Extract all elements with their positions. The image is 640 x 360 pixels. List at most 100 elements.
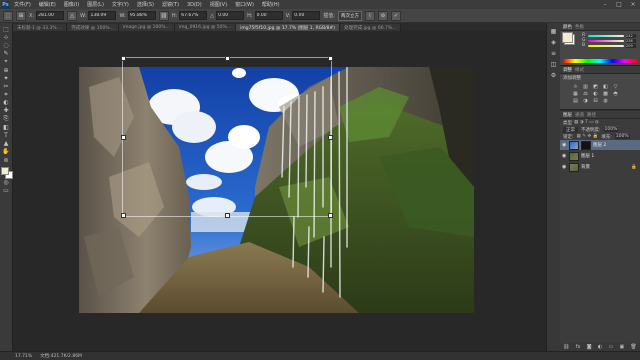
link-layers-icon[interactable]: ⛓: [563, 344, 569, 350]
opacity-input[interactable]: 100%: [603, 127, 619, 132]
menu-file[interactable]: 文件(F): [10, 1, 35, 8]
transform-handle[interactable]: [121, 135, 126, 140]
eraser-tool-icon[interactable]: ✚: [1, 107, 11, 115]
layer-name[interactable]: 图层 2: [593, 142, 606, 148]
document-tab[interactable]: 未标题-1 @ 33.3% ...: [13, 24, 68, 31]
layer-name[interactable]: 图层 1: [581, 153, 594, 159]
transform-bounding-box[interactable]: [121, 56, 333, 218]
invert-icon[interactable]: ▤: [572, 98, 579, 104]
blend-mode-select[interactable]: 正常: [563, 126, 578, 133]
menu-image[interactable]: 图像(I): [60, 1, 83, 8]
v-skew-input[interactable]: [292, 11, 321, 20]
hand-tool-icon[interactable]: ✋: [1, 148, 11, 156]
menu-filter[interactable]: 滤镜(T): [158, 1, 183, 8]
properties-panel-icon[interactable]: ◈: [549, 38, 558, 46]
foreground-color-swatch[interactable]: [1, 167, 9, 176]
history-brush-tool-icon[interactable]: ◐: [1, 99, 11, 107]
quick-mask-icon[interactable]: ◎: [1, 178, 11, 186]
fill-input[interactable]: 100%: [614, 134, 630, 139]
character-panel-icon[interactable]: ◫: [549, 60, 558, 68]
quick-select-tool-icon[interactable]: ⌖: [1, 58, 11, 66]
document-tab[interactable]: 完成效果 @ 100%...: [67, 24, 119, 31]
crop-tool-icon[interactable]: ⊕: [1, 66, 11, 74]
menu-type[interactable]: 文字(Y): [108, 1, 133, 8]
transform-tool-icon[interactable]: ⬚: [3, 10, 13, 21]
slider-blue[interactable]: B 209: [582, 43, 636, 48]
menu-select[interactable]: 选择(S): [133, 1, 158, 8]
maximize-icon[interactable]: □: [612, 0, 626, 9]
transform-handle[interactable]: [328, 213, 333, 218]
cancel-transform-icon[interactable]: ⊘: [377, 10, 388, 21]
interpolation-select[interactable]: 两次立方: [337, 10, 362, 21]
tab-swatches[interactable]: 色板: [575, 24, 584, 30]
color-swatches[interactable]: [0, 166, 13, 180]
layer-row[interactable]: ◉ 图层 2: [560, 140, 640, 151]
link-icon[interactable]: ⛓: [158, 10, 169, 21]
transform-handle[interactable]: [121, 56, 126, 61]
tab-color[interactable]: 颜色: [563, 24, 572, 30]
reference-point-icon[interactable]: ⊞: [16, 10, 26, 21]
levels-icon[interactable]: ▥: [582, 84, 589, 90]
color-balance-icon[interactable]: ⚖: [582, 91, 589, 97]
transform-handle[interactable]: [328, 135, 333, 140]
h-skew-input[interactable]: [254, 11, 283, 20]
brush-tool-icon[interactable]: ✎: [1, 50, 11, 58]
menu-window[interactable]: 窗口(W): [231, 1, 258, 8]
document-tab[interactable]: img_0916.jpg @ 50%...: [174, 24, 237, 31]
new-layer-icon[interactable]: ▣: [619, 344, 624, 350]
transform-handle[interactable]: [121, 213, 126, 218]
color-spectrum-bar[interactable]: [563, 59, 637, 63]
tab-styles[interactable]: 样式: [575, 67, 584, 73]
layer-row[interactable]: ◉ 背景 🔒: [560, 162, 640, 173]
new-group-icon[interactable]: ▭: [608, 344, 613, 350]
add-mask-icon[interactable]: ◙: [587, 344, 592, 350]
dodge-tool-icon[interactable]: ◧: [1, 123, 11, 131]
visibility-eye-icon[interactable]: ◉: [562, 153, 567, 159]
filter-icons[interactable]: ▦ ◑ T ▭ ◍: [574, 120, 599, 125]
settings-panel-icon[interactable]: ⚙: [549, 71, 558, 79]
close-icon[interactable]: ×: [626, 0, 640, 9]
layer-name[interactable]: 背景: [581, 164, 590, 170]
vibrance-icon[interactable]: ▽: [612, 84, 619, 90]
transform-handle[interactable]: [225, 56, 230, 61]
zoom-tool-icon[interactable]: ⊚: [1, 156, 11, 164]
tab-layers[interactable]: 图层: [563, 112, 572, 118]
threshold-icon[interactable]: ⊟: [592, 98, 599, 104]
document-tab[interactable]: image.jpg @ 100%...: [118, 24, 175, 31]
history-panel-icon[interactable]: ▦: [549, 27, 558, 35]
menu-3d[interactable]: 3D(D): [183, 2, 206, 8]
brightness-contrast-icon[interactable]: ☼: [572, 84, 579, 90]
posterize-icon[interactable]: ◑: [582, 98, 589, 104]
menu-view[interactable]: 视图(V): [206, 1, 231, 8]
relative-position-icon[interactable]: △: [67, 10, 78, 21]
move-tool-icon[interactable]: ⊹: [1, 33, 11, 41]
type-tool-icon[interactable]: T: [1, 131, 11, 139]
angle-input[interactable]: [216, 11, 245, 20]
hue-saturation-icon[interactable]: ▦: [572, 91, 579, 97]
delete-layer-icon[interactable]: 🗑: [630, 344, 636, 350]
new-adjustment-icon[interactable]: ◐: [598, 344, 602, 350]
minimize-icon[interactable]: –: [598, 0, 612, 9]
eyedropper-tool-icon[interactable]: ✦: [1, 74, 11, 82]
filter-kind-select[interactable]: 类型: [563, 120, 572, 126]
marquee-tool-icon[interactable]: ⬚: [1, 25, 11, 33]
lasso-tool-icon[interactable]: ◌: [1, 41, 11, 49]
menu-layer[interactable]: 图层(L): [83, 1, 108, 8]
zoom-level[interactable]: 17.71%: [15, 354, 32, 359]
visibility-eye-icon[interactable]: ◉: [562, 164, 567, 170]
menu-help[interactable]: 帮助(H): [258, 1, 284, 8]
tab-paths[interactable]: 路径: [587, 112, 596, 118]
healing-tool-icon[interactable]: ✂: [1, 82, 11, 90]
commit-transform-icon[interactable]: ✓: [390, 10, 401, 21]
photo-filter-icon[interactable]: ▩: [602, 91, 609, 97]
paragraph-panel-icon[interactable]: ≡: [549, 49, 558, 57]
gradient-tool-icon[interactable]: ⎘: [1, 115, 11, 123]
screen-mode-icon[interactable]: ▭: [1, 186, 11, 194]
path-select-tool-icon[interactable]: ▲: [1, 140, 11, 148]
layer-mask-thumbnail[interactable]: [581, 140, 591, 150]
layer-row[interactable]: ◉ 图层 1: [560, 151, 640, 162]
lock-icons[interactable]: ▦ ✎ ✥ 🔒: [577, 134, 599, 139]
tab-adjustments[interactable]: 调整: [563, 67, 572, 73]
gradient-map-icon[interactable]: ◍: [602, 98, 609, 104]
active-document-tab[interactable]: img75f5f10.jpg @ 17.7% (图层 1, RGB/8#): [236, 24, 341, 31]
